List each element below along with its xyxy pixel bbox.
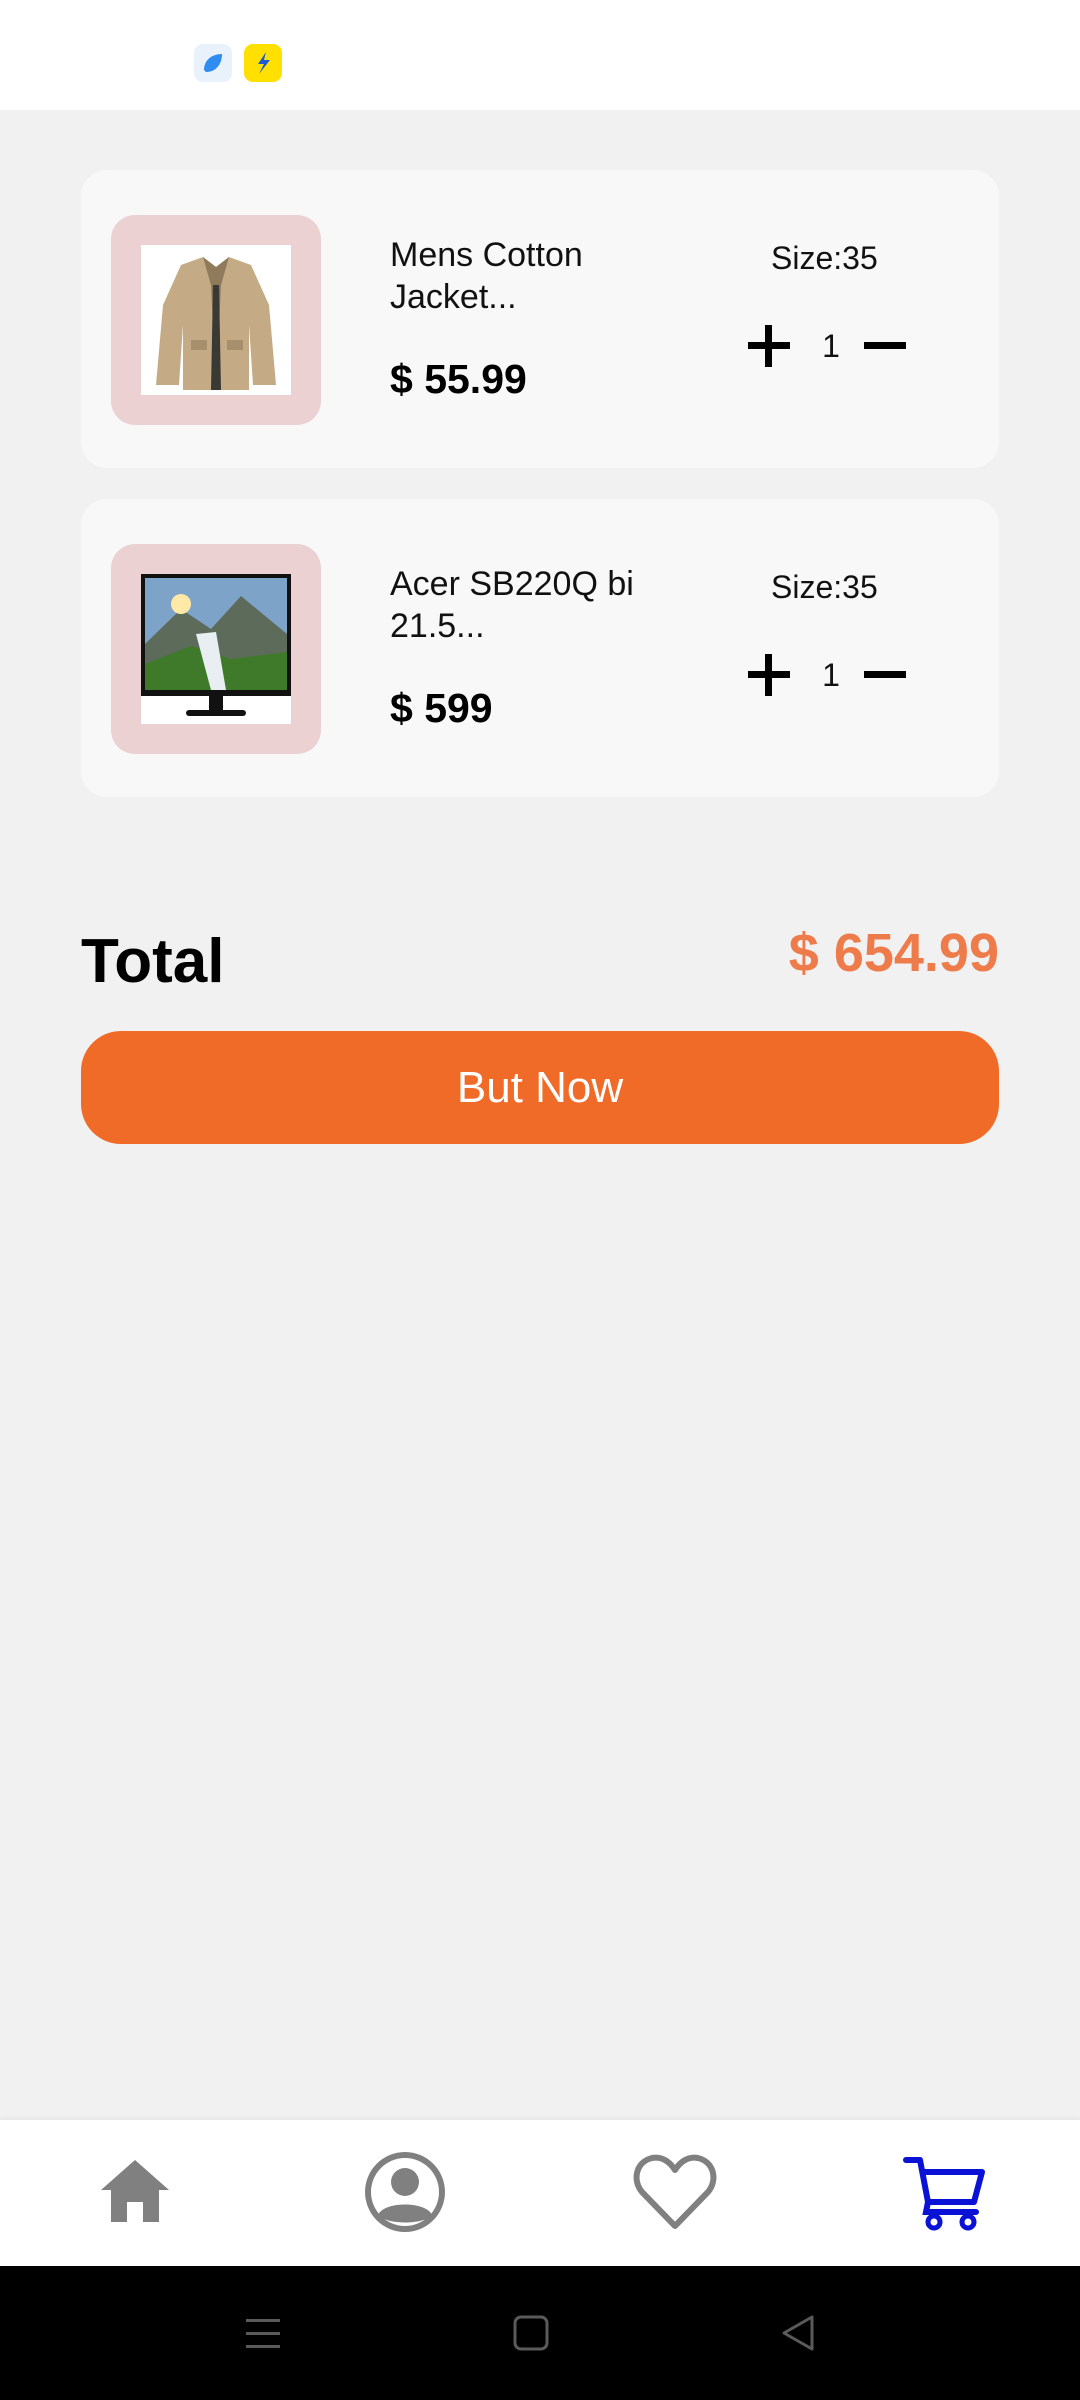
plus-icon [748, 654, 790, 696]
bottom-navigation [0, 2120, 1080, 2266]
jacket-image [141, 245, 291, 395]
cart-item[interactable]: Acer SB220Q bi 21.5... $ 599 Size:35 1 [81, 499, 999, 797]
quantity-value: 1 [822, 657, 840, 693]
heart-icon [633, 2154, 717, 2229]
increase-quantity-button[interactable] [743, 320, 795, 372]
cart-item[interactable]: Mens Cotton Jacket... $ 55.99 Size:35 1 [81, 170, 999, 468]
product-price: $ 599 [390, 685, 493, 731]
system-navigation-bar [0, 2266, 1080, 2400]
nav-favorites[interactable] [625, 2142, 725, 2242]
square-icon [513, 2315, 549, 2351]
product-size: Size:35 [771, 240, 878, 276]
product-thumbnail[interactable] [111, 544, 321, 754]
minus-icon [864, 671, 906, 678]
nav-cart[interactable] [895, 2142, 995, 2242]
increase-quantity-button[interactable] [743, 649, 795, 701]
total-price: $ 654.99 [788, 923, 999, 983]
notification-app-icon [194, 44, 232, 82]
quantity-value: 1 [822, 328, 840, 364]
plus-icon [748, 325, 790, 367]
back-system-button[interactable] [774, 2308, 824, 2358]
product-size: Size:35 [771, 569, 878, 605]
product-name: Acer SB220Q bi 21.5... [390, 565, 634, 645]
nav-home[interactable] [85, 2142, 185, 2242]
buy-now-button[interactable]: But Now [81, 1031, 999, 1144]
product-name: Mens Cotton Jacket... [390, 236, 583, 316]
back-triangle-icon [782, 2315, 814, 2351]
product-price: $ 55.99 [390, 356, 527, 402]
flipkart-app-icon [244, 44, 282, 82]
cart-icon [903, 2157, 985, 2231]
recent-apps-button[interactable] [238, 2308, 288, 2358]
decrease-quantity-button[interactable] [859, 649, 911, 701]
menu-icon [246, 2319, 280, 2348]
total-label: Total [81, 927, 225, 996]
profile-icon [365, 2152, 445, 2232]
product-thumbnail[interactable] [111, 215, 321, 425]
home-icon [101, 2160, 169, 2222]
minus-icon [864, 342, 906, 349]
nav-profile[interactable] [355, 2142, 455, 2242]
decrease-quantity-button[interactable] [859, 320, 911, 372]
monitor-image [141, 574, 291, 724]
status-bar [0, 0, 1080, 110]
home-system-button[interactable] [506, 2308, 556, 2358]
